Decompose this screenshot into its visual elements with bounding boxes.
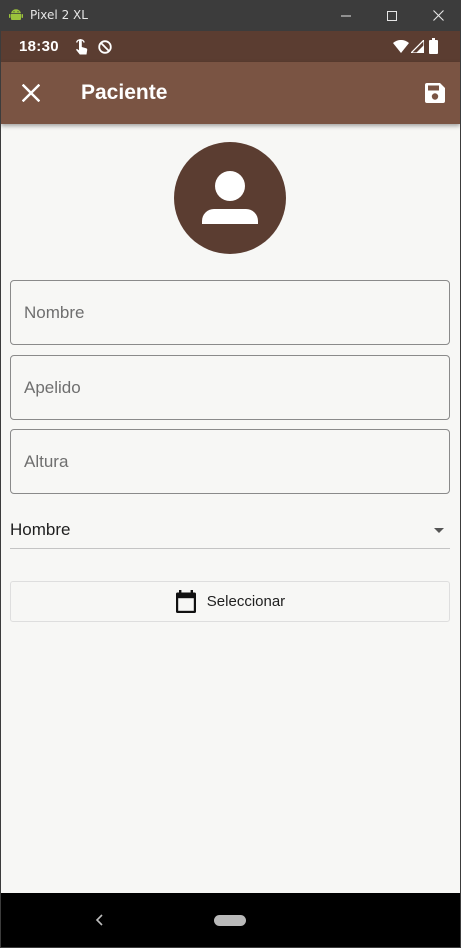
status-time: 18:30	[19, 38, 59, 55]
maximize-icon	[387, 10, 397, 21]
sexo-selected-value: Hombre	[10, 520, 71, 539]
signal-icon	[411, 40, 424, 53]
person-icon	[202, 171, 258, 224]
apellido-input[interactable]	[11, 356, 449, 419]
battery-icon	[429, 38, 438, 54]
calendar-icon	[175, 589, 196, 613]
avatar[interactable]	[174, 142, 286, 254]
sync-off-icon	[98, 40, 112, 54]
navigation-bar	[1, 893, 460, 947]
minimize-button[interactable]	[323, 0, 369, 31]
wifi-icon	[393, 40, 409, 53]
page-title: Paciente	[81, 81, 168, 104]
android-icon	[9, 9, 23, 20]
save-icon	[425, 83, 445, 103]
maximize-button[interactable]	[369, 0, 415, 31]
window-title: Pixel 2 XL	[30, 8, 88, 22]
chevron-down-icon	[434, 528, 444, 533]
save-button[interactable]	[418, 76, 452, 110]
apellido-field[interactable]	[10, 355, 450, 420]
home-pill[interactable]	[214, 915, 246, 926]
close-button[interactable]	[15, 77, 47, 109]
emulator-titlebar: Pixel 2 XL	[0, 0, 461, 31]
select-date-label: Seleccionar	[206, 593, 286, 610]
nombre-field[interactable]	[10, 280, 450, 345]
select-date-button[interactable]: Seleccionar	[10, 581, 450, 622]
minimize-icon	[341, 15, 351, 16]
gesture-icon	[75, 39, 88, 55]
status-bar: 18:30	[1, 31, 460, 62]
altura-input[interactable]	[11, 430, 449, 493]
nombre-input[interactable]	[11, 281, 449, 344]
back-icon[interactable]	[93, 912, 107, 928]
altura-field[interactable]	[10, 429, 450, 494]
app-bar: Paciente	[1, 62, 460, 124]
device-screen: 18:30 Paciente Nombre Apelido Altura Hom…	[1, 31, 460, 947]
close-window-button[interactable]	[415, 0, 461, 31]
close-icon	[22, 84, 40, 102]
sexo-dropdown[interactable]: Hombre	[10, 513, 450, 549]
window-controls	[323, 0, 461, 31]
close-window-icon	[432, 10, 444, 21]
